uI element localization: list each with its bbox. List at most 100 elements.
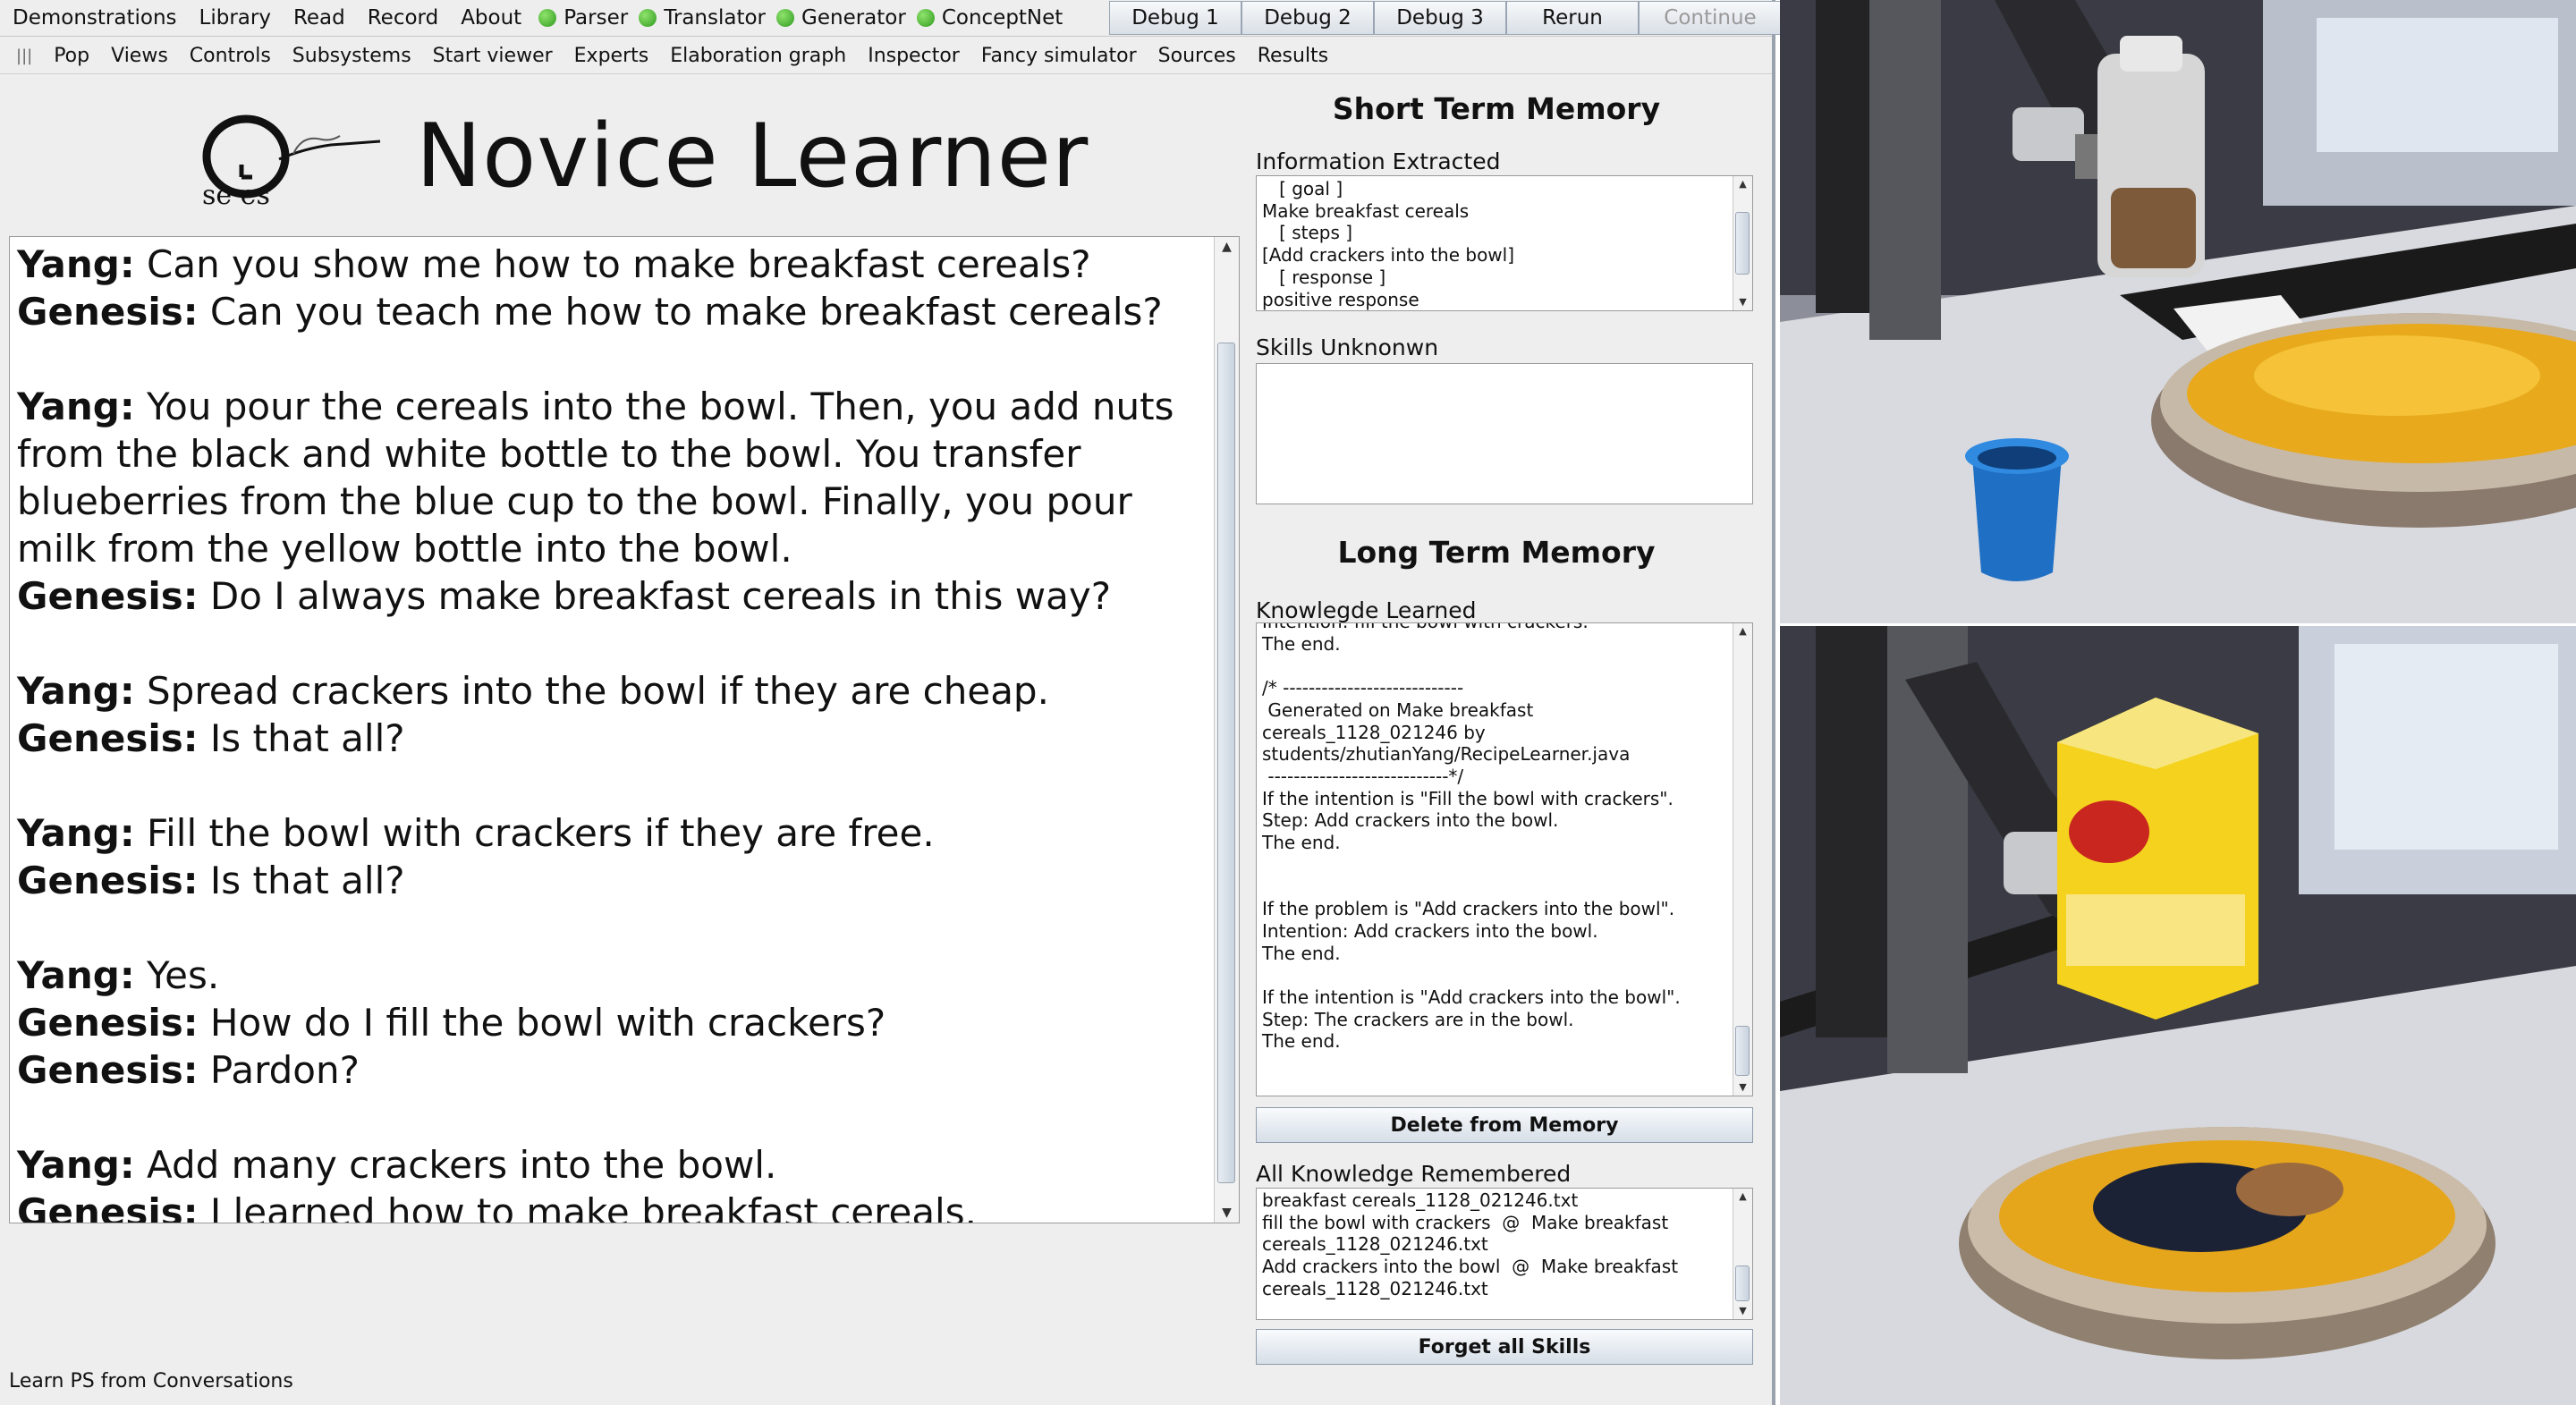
utterance: How do I fill the bowl with crackers? <box>198 1001 886 1045</box>
scroll-thumb[interactable] <box>1217 343 1235 1183</box>
conversation-scrollbar[interactable]: ▲ ▼ <box>1214 237 1239 1223</box>
utterance: You pour the cereals into the bowl. Then… <box>17 385 1174 571</box>
conversation-turn: Yang: Fill the bowl with crackers if the… <box>17 809 1212 857</box>
status-translator[interactable]: Translator <box>631 6 769 30</box>
rerun-button[interactable]: Rerun <box>1506 1 1639 35</box>
menu-controls[interactable]: Controls <box>179 45 282 67</box>
menu-views[interactable]: Views <box>100 45 179 67</box>
debug-2-button[interactable]: Debug 2 <box>1241 1 1374 35</box>
menu-subsystems[interactable]: Subsystems <box>282 45 422 67</box>
conversation-turn: Yang: Add many crackers into the bowl. <box>17 1141 1212 1189</box>
info-extracted-scrollbar[interactable]: ▲ ▼ <box>1733 176 1752 310</box>
menu-start-viewer[interactable]: Start viewer <box>422 45 564 67</box>
scroll-up-icon[interactable]: ▲ <box>1733 623 1752 639</box>
logo-text: se es <box>202 180 270 211</box>
menu-fancy-simulator[interactable]: Fancy simulator <box>970 45 1148 67</box>
menu-demonstrations[interactable]: Demonstrations <box>0 6 187 30</box>
knowledge-learned-box[interactable]: Intention: fill the bowl with crackers. … <box>1256 622 1753 1096</box>
info-extracted-box[interactable]: [ goal ] Make breakfast cereals [ steps … <box>1256 175 1753 311</box>
title-area: se es Novice Learner <box>9 80 1234 233</box>
all-knowledge-text: breakfast cereals_1128_021246.txt fill t… <box>1262 1189 1679 1299</box>
conversation-turn: Genesis: How do I fill the bowl with cra… <box>17 999 1212 1046</box>
status-conceptnet[interactable]: ConceptNet <box>910 6 1067 30</box>
scroll-thumb[interactable] <box>1735 1026 1750 1076</box>
conversation-turn: Genesis: Is that all? <box>17 715 1212 762</box>
status-generator-label: Generator <box>801 6 906 30</box>
menu-library[interactable]: Library <box>187 6 281 30</box>
utterance: Do I always make breakfast cereals in th… <box>198 574 1112 618</box>
skills-unknown-box[interactable] <box>1256 363 1753 504</box>
status-dot-icon <box>916 9 935 27</box>
utterance: Pardon? <box>198 1048 360 1092</box>
status-parser[interactable]: Parser <box>531 6 631 30</box>
status-generator[interactable]: Generator <box>769 6 910 30</box>
speaker-name: Yang: <box>17 669 135 713</box>
conversation-turn: Genesis: Pardon? <box>17 1046 1212 1094</box>
utterance: Fill the bowl with crackers if they are … <box>134 811 935 855</box>
scroll-up-icon[interactable]: ▲ <box>1215 237 1239 257</box>
knowledge-learned-scrollbar[interactable]: ▲ ▼ <box>1733 623 1752 1096</box>
utterance: Can you teach me how to make breakfast c… <box>198 290 1163 334</box>
status-dot-icon <box>776 9 795 27</box>
menu-record[interactable]: Record <box>355 6 448 30</box>
speaker-name: Genesis: <box>17 290 199 334</box>
conversation-turn: Genesis: Do I always make breakfast cere… <box>17 572 1212 620</box>
scroll-up-icon[interactable]: ▲ <box>1733 176 1752 192</box>
conversation-text: Yang: Can you show me how to make breakf… <box>17 241 1212 1223</box>
speaker-name: Genesis: <box>17 859 199 902</box>
menu-inspector[interactable]: Inspector <box>857 45 970 67</box>
robot-camera-bottom-image <box>1780 626 2576 1405</box>
conversation-turn: Genesis: I learned how to make breakfast… <box>17 1189 1212 1223</box>
scroll-down-icon[interactable]: ▼ <box>1733 1303 1752 1319</box>
conversation-turn: Genesis: Is that all? <box>17 857 1212 904</box>
short-term-memory-heading: Short Term Memory <box>1332 91 1661 126</box>
menu-read[interactable]: Read <box>281 6 355 30</box>
utterance: Spread crackers into the bowl if they ar… <box>134 669 1049 713</box>
top-menubar: Demonstrations Library Read Record About… <box>0 0 1782 37</box>
scroll-down-icon[interactable]: ▼ <box>1733 294 1752 310</box>
speaker-name: Genesis: <box>17 574 199 618</box>
scroll-down-icon[interactable]: ▼ <box>1733 1079 1752 1096</box>
speaker-name: Genesis: <box>17 1001 199 1045</box>
skills-unknown-label: Skills Unknonwn <box>1256 334 1439 360</box>
menu-sources[interactable]: Sources <box>1148 45 1247 67</box>
menu-about[interactable]: About <box>448 6 531 30</box>
info-extracted-label: Information Extracted <box>1256 148 1501 174</box>
scroll-thumb[interactable] <box>1735 212 1750 275</box>
status-translator-label: Translator <box>664 6 767 30</box>
speaker-name: Yang: <box>17 385 135 428</box>
utterance: I learned how to make breakfast cereals. <box>198 1190 977 1223</box>
all-knowledge-box[interactable]: breakfast cereals_1128_021246.txt fill t… <box>1256 1188 1753 1320</box>
debug-3-button[interactable]: Debug 3 <box>1374 1 1506 35</box>
utterance: Yes. <box>134 953 220 997</box>
toolbar-handle-icon[interactable]: ||| <box>0 47 43 65</box>
status-dot-icon <box>639 9 657 27</box>
scroll-down-icon[interactable]: ▼ <box>1215 1203 1239 1223</box>
speaker-name: Genesis: <box>17 1048 199 1092</box>
speaker-name: Yang: <box>17 811 135 855</box>
conversation-pane[interactable]: Yang: Can you show me how to make breakf… <box>9 236 1240 1223</box>
genesis-window: Demonstrations Library Read Record About… <box>0 0 1782 1405</box>
debug-1-button[interactable]: Debug 1 <box>1109 1 1241 35</box>
forget-all-skills-button[interactable]: Forget all Skills <box>1256 1329 1753 1365</box>
all-knowledge-label: All Knowledge Remembered <box>1256 1161 1572 1187</box>
all-knowledge-scrollbar[interactable]: ▲ ▼ <box>1733 1189 1752 1319</box>
status-bar-text: Learn PS from Conversations <box>9 1370 293 1392</box>
memory-panel: Short Term Memory Information Extracted … <box>1241 80 1769 1368</box>
conversation-turn: Genesis: Can you teach me how to make br… <box>17 288 1212 335</box>
speaker-name: Genesis: <box>17 716 199 760</box>
speaker-name: Yang: <box>17 953 135 997</box>
menu-elaboration-graph[interactable]: Elaboration graph <box>659 45 857 67</box>
speaker-name: Genesis: <box>17 1190 199 1223</box>
genesis-logo-icon: se es <box>202 114 381 211</box>
scroll-up-icon[interactable]: ▲ <box>1733 1189 1752 1205</box>
continue-button[interactable]: Continue <box>1639 1 1782 35</box>
knowledge-learned-text: Intention: fill the bowl with crackers. … <box>1262 623 1681 1053</box>
delete-from-memory-button[interactable]: Delete from Memory <box>1256 1107 1753 1143</box>
menu-pop[interactable]: Pop <box>43 45 100 67</box>
scroll-thumb[interactable] <box>1735 1265 1750 1301</box>
menu-experts[interactable]: Experts <box>564 45 660 67</box>
menu-results[interactable]: Results <box>1247 45 1339 67</box>
robot-camera-top-image <box>1780 0 2576 623</box>
utterance: Is that all? <box>198 716 405 760</box>
